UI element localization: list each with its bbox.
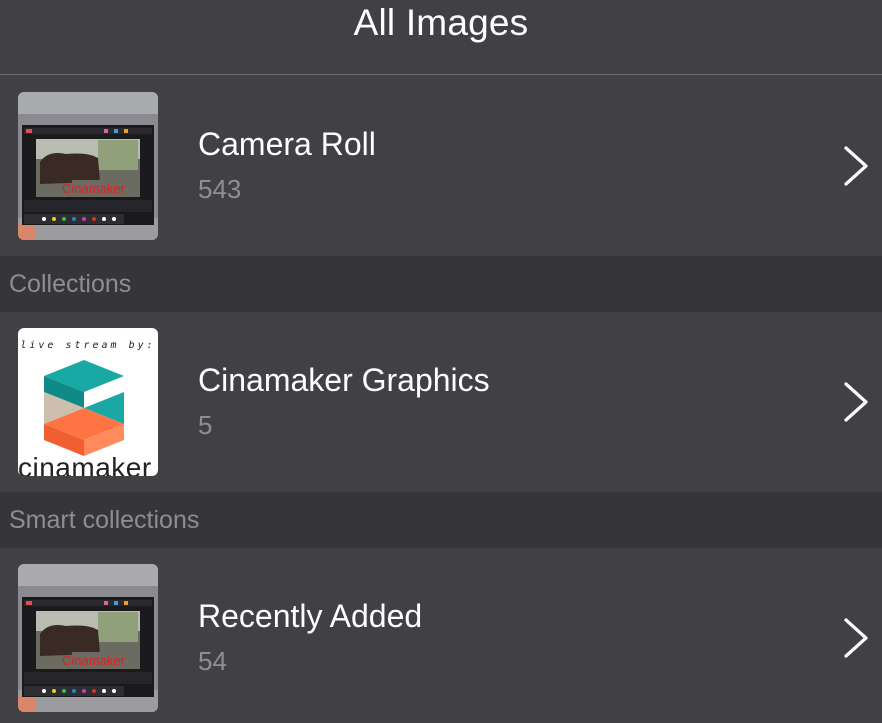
album-row-cinamaker-graphics[interactable]: live stream by: cinamaker Cinamaker Grap…: [0, 312, 882, 492]
album-count: 5: [198, 410, 213, 440]
section-label: Collections: [9, 270, 132, 298]
all-images-screen: All Images Cinamaker Camera Roll 543 Col…: [0, 0, 882, 723]
album-title: Recently Added: [198, 598, 423, 634]
section-label: Smart collections: [9, 506, 200, 534]
page-title: All Images: [353, 2, 529, 43]
section-header-collections: Collections: [0, 256, 882, 312]
thumbnail-watermark: Cinamaker: [62, 653, 126, 668]
album-row-recently-added[interactable]: Cinamaker Recently Added 54: [0, 548, 882, 723]
section-header-smart-collections: Smart collections: [0, 492, 882, 548]
album-count: 54: [198, 646, 227, 676]
chevron-right-icon: [844, 618, 868, 658]
recently-added-thumbnail-image: Cinamaker: [18, 564, 158, 712]
album-count: 543: [198, 174, 242, 204]
thumbnail-watermark: Cinamaker: [62, 181, 126, 196]
album-thumbnail: Cinamaker: [18, 564, 158, 712]
album-title: Cinamaker Graphics: [198, 362, 490, 398]
chevron-right-icon: [844, 146, 868, 186]
album-thumbnail: Cinamaker: [18, 92, 158, 240]
thumbnail-brand-text: cinamaker: [18, 452, 152, 476]
album-thumbnail: live stream by: cinamaker: [18, 328, 158, 476]
chevron-right-icon: [844, 382, 868, 422]
navigation-bar: All Images: [0, 0, 882, 75]
album-row-camera-roll[interactable]: Cinamaker Camera Roll 543: [0, 76, 882, 256]
camera-roll-thumbnail-image: Cinamaker: [18, 92, 158, 240]
album-title: Camera Roll: [198, 126, 376, 162]
